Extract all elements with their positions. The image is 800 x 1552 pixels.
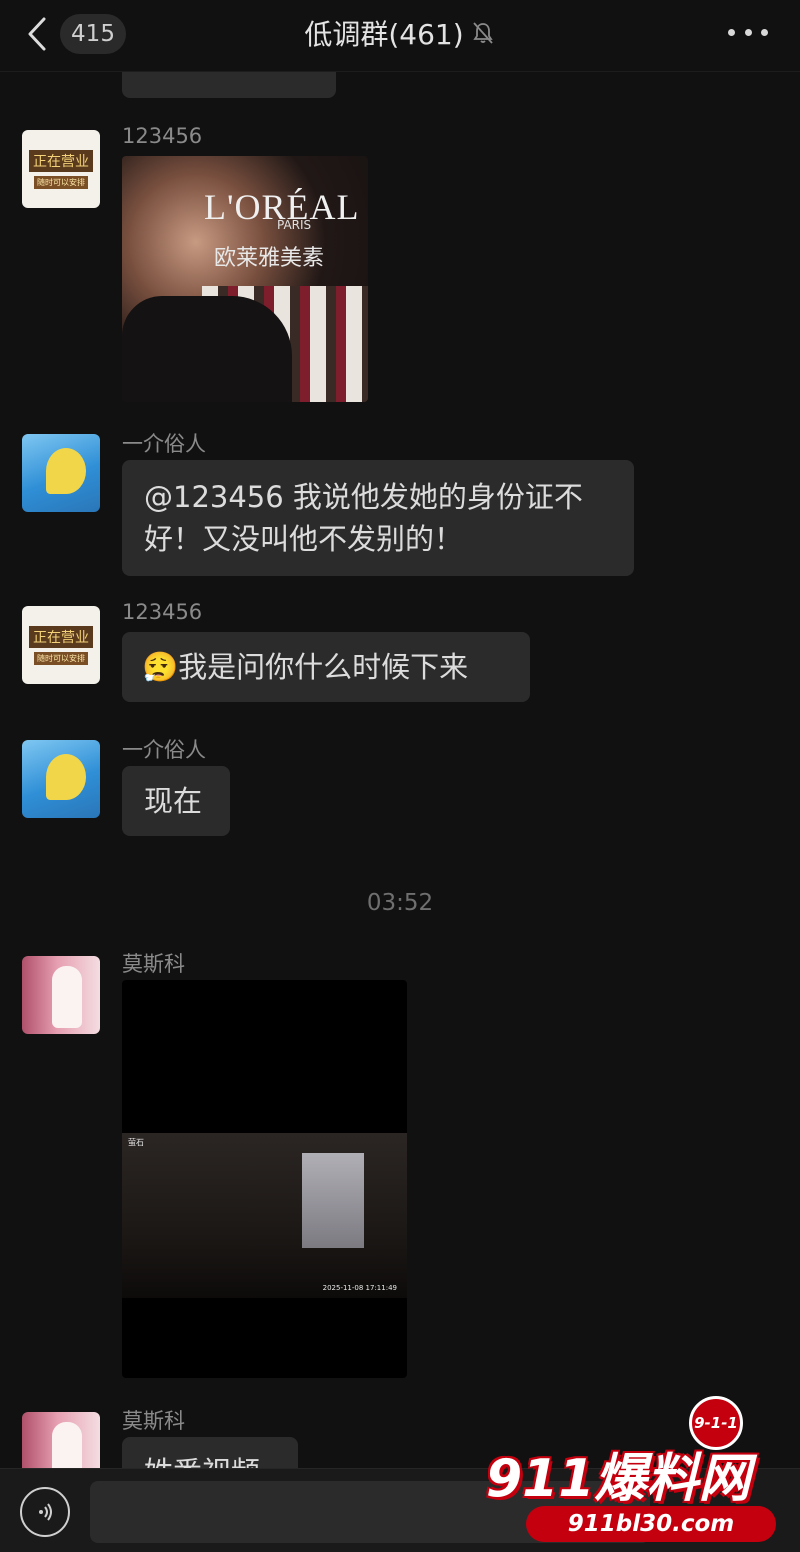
watermark-url: 911bl30.com (526, 1506, 776, 1542)
more-dots-icon[interactable] (728, 22, 768, 42)
leaf-shape (46, 754, 86, 800)
sender-name: 莫斯科 (122, 1409, 185, 1433)
avatar-sign-subtext: 随时可以安排 (34, 651, 88, 665)
sender-name: 一介俗人 (122, 738, 206, 762)
avatar-sign-subtext: 随时可以安排 (34, 175, 88, 189)
voice-icon (39, 1503, 52, 1521)
avatar-yijiesuren[interactable] (22, 740, 100, 818)
sender-name: 莫斯科 (122, 952, 185, 976)
avatar-mosike[interactable] (22, 956, 100, 1034)
watermark-title: 911爆料网 (486, 1449, 751, 1509)
dot (761, 28, 768, 36)
watermark-logo: 9-1-1 911爆料网 911bl30.com (486, 1396, 792, 1546)
chat-title: 低调群(461) (304, 18, 464, 51)
doll-figure (52, 966, 82, 1028)
person-figure (122, 296, 292, 402)
title-area[interactable]: 低调群(461) (0, 0, 800, 66)
voice-button[interactable] (20, 1487, 70, 1537)
video-timestamp-text: 2025-11-08 17:11:49 (322, 1284, 397, 1292)
video-frame: 萤石 2025-11-08 17:11:49 (122, 1133, 407, 1298)
video-message[interactable]: 萤石 2025-11-08 17:11:49 (122, 980, 407, 1378)
chat-header: 415 低调群(461) (0, 0, 800, 72)
dot (744, 28, 752, 36)
video-brand-text: 萤石 (128, 1138, 144, 1147)
avatar-yijiesuren[interactable] (22, 434, 100, 512)
message-bubble[interactable]: 😮‍💨我是问你什么时候下来 (122, 632, 530, 702)
doll-figure (52, 1422, 82, 1468)
avatar-123456[interactable]: 正在营业 随时可以安排 (22, 606, 100, 684)
avatar-sign-text: 正在营业 (29, 625, 93, 648)
sender-name: 一介俗人 (122, 432, 206, 456)
time-divider: 03:52 (366, 890, 434, 916)
avatar-mosike[interactable] (22, 1412, 100, 1468)
image-city-text: PARIS (277, 218, 312, 232)
message-list[interactable]: 正在营业 随时可以安排 123456 L'ORÉAL PARIS 欧莱雅美素 一… (0, 0, 800, 1468)
leaf-shape (46, 448, 86, 494)
dot (728, 28, 735, 36)
avatar-123456[interactable]: 正在营业 随时可以安排 (22, 130, 100, 208)
exhale-emoji-icon: 😮‍💨 (142, 650, 179, 684)
image-cn-text: 欧莱雅美素 (214, 246, 325, 271)
message-bubble[interactable]: 现在 (122, 766, 230, 836)
bell-off-icon (472, 22, 493, 44)
message-text: 我是问你什么时候下来 (178, 650, 469, 684)
video-window-light (302, 1153, 364, 1248)
avatar-sign-text: 正在营业 (29, 149, 93, 172)
sender-name: 123456 (122, 600, 203, 624)
message-bubble[interactable]: @123456 我说他发她的身份证不好！又没叫他不发别的！ (122, 460, 634, 576)
image-message[interactable]: L'ORÉAL PARIS 欧莱雅美素 (122, 156, 368, 402)
message-bubble[interactable]: 姓番视频 (122, 1437, 298, 1468)
sender-name: 123456 (122, 124, 203, 148)
